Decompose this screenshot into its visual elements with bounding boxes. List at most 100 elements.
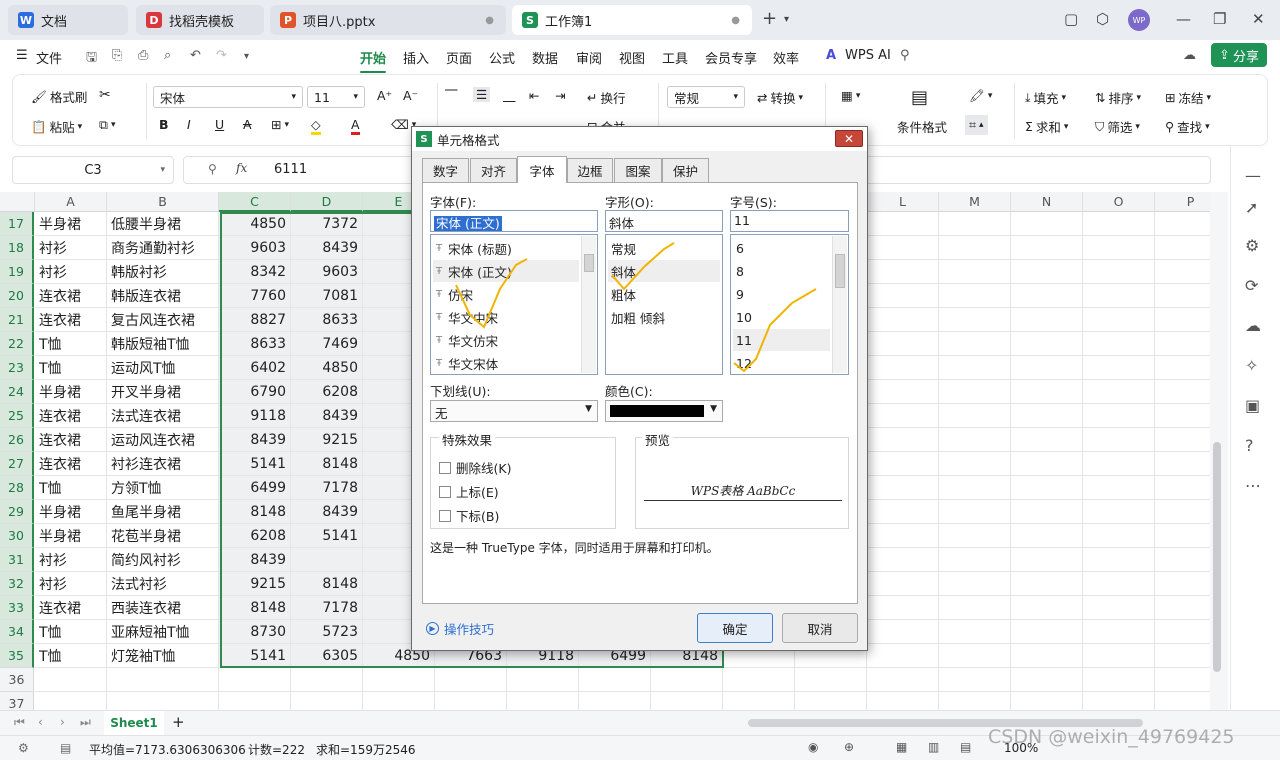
row-header[interactable]: 18 <box>0 236 34 260</box>
align-middle-icon[interactable]: ☰ <box>473 87 491 102</box>
table-cell[interactable] <box>867 236 939 260</box>
menu-formula[interactable]: 公式 <box>489 48 515 67</box>
table-cell[interactable] <box>1155 236 1210 260</box>
close-icon[interactable]: ✕ <box>1252 10 1265 28</box>
row-header[interactable]: 29 <box>0 500 34 524</box>
number-format-select[interactable]: 常规 ▾ <box>667 86 745 108</box>
prev-sheet-icon[interactable]: ‹ <box>38 715 43 729</box>
table-cell[interactable]: 衬衫 <box>35 260 107 284</box>
crop-icon[interactable]: ⌗ ▴ <box>965 115 988 135</box>
column-header-p[interactable]: P <box>1155 192 1210 212</box>
table-cell[interactable]: 半身裙 <box>35 212 107 236</box>
table-cell[interactable]: 8730 <box>219 620 291 644</box>
share-doc-icon[interactable]: ⎘ <box>112 48 122 63</box>
help-icon[interactable]: ? <box>1245 436 1254 455</box>
table-cell[interactable] <box>867 692 939 710</box>
fx-icon[interactable]: fx <box>236 161 247 175</box>
menu-insert[interactable]: 插入 <box>403 48 429 67</box>
print-preview-icon[interactable]: ⌕ <box>164 48 171 63</box>
table-cell[interactable]: 8439 <box>291 500 363 524</box>
table-cell[interactable] <box>1155 644 1210 668</box>
table-cell[interactable] <box>939 356 1011 380</box>
table-cell[interactable]: 低腰半身裙 <box>107 212 219 236</box>
table-cell[interactable]: 衬衫 <box>35 572 107 596</box>
menu-efficiency[interactable]: 效率 <box>773 48 799 67</box>
table-cell[interactable]: 连衣裙 <box>35 428 107 452</box>
table-cell[interactable] <box>939 236 1011 260</box>
table-cell[interactable]: 9603 <box>291 260 363 284</box>
row-header[interactable]: 33 <box>0 596 34 620</box>
table-cell[interactable] <box>1083 620 1155 644</box>
add-sheet-icon[interactable]: + <box>172 713 185 731</box>
table-cell[interactable]: 5723 <box>291 620 363 644</box>
table-cell[interactable]: 5141 <box>291 524 363 548</box>
table-cell[interactable]: 商务通勤衬衫 <box>107 236 219 260</box>
increase-font-icon[interactable]: A⁺ <box>377 88 392 103</box>
convert-button[interactable]: ⇄ 转换 ▾ <box>757 88 803 107</box>
table-cell[interactable]: 8439 <box>219 428 291 452</box>
table-cell[interactable]: 8439 <box>219 548 291 572</box>
tab-templates[interactable]: D 找稻壳模板 <box>136 5 264 35</box>
table-cell[interactable] <box>35 668 107 692</box>
row-header[interactable]: 31 <box>0 548 34 572</box>
table-cell[interactable] <box>1011 428 1083 452</box>
table-cell[interactable] <box>1083 476 1155 500</box>
table-cell[interactable]: 7372 <box>291 212 363 236</box>
table-cell[interactable] <box>1155 476 1210 500</box>
eye-icon[interactable]: ◉ <box>808 740 818 754</box>
table-cell[interactable]: 衬衫连衣裙 <box>107 452 219 476</box>
table-cell[interactable] <box>867 452 939 476</box>
tools-icon[interactable]: ✧ <box>1245 356 1258 375</box>
table-cell[interactable]: 方领T恤 <box>107 476 219 500</box>
table-cell[interactable]: 6305 <box>291 644 363 668</box>
table-cell[interactable] <box>939 212 1011 236</box>
minimize-icon[interactable]: — <box>1176 10 1191 28</box>
fill-button[interactable]: ⤓ 填充 ▾ <box>1025 88 1066 107</box>
zoom-icon[interactable]: ⚲ <box>208 162 217 176</box>
table-cell[interactable] <box>1155 668 1210 692</box>
table-cell[interactable] <box>1011 668 1083 692</box>
table-cell[interactable] <box>939 668 1011 692</box>
fill-color-icon[interactable]: ◇ <box>311 117 321 135</box>
table-cell[interactable] <box>1083 404 1155 428</box>
table-cell[interactable]: 8633 <box>219 332 291 356</box>
table-cell[interactable]: 法式衬衫 <box>107 572 219 596</box>
table-cell[interactable]: 复古风连衣裙 <box>107 308 219 332</box>
book-icon[interactable]: ▣ <box>1245 396 1260 415</box>
menu-data[interactable]: 数据 <box>532 48 558 67</box>
table-cell[interactable] <box>1011 212 1083 236</box>
chevron-down-icon[interactable]: ▾ <box>784 14 789 25</box>
table-cell[interactable] <box>1083 284 1155 308</box>
freeze-button[interactable]: ⊞ 冻结 ▾ <box>1165 88 1211 107</box>
table-cell[interactable] <box>507 668 579 692</box>
window-layout-icon[interactable]: ▢ <box>1064 10 1078 28</box>
table-cell[interactable] <box>867 212 939 236</box>
table-cell[interactable] <box>939 620 1011 644</box>
cloud-upload-icon[interactable]: ☁ <box>1183 48 1196 63</box>
table-cell[interactable] <box>939 260 1011 284</box>
row-header[interactable]: 24 <box>0 380 34 404</box>
table-cell[interactable]: T恤 <box>35 356 107 380</box>
table-cell[interactable]: T恤 <box>35 476 107 500</box>
table-cell[interactable] <box>867 332 939 356</box>
indent-decrease-icon[interactable]: ⇤ <box>529 88 539 103</box>
settings-sliders-icon[interactable]: ⚙ <box>1245 236 1259 255</box>
table-cell[interactable] <box>867 380 939 404</box>
table-cell[interactable] <box>1155 572 1210 596</box>
table-cell[interactable] <box>1083 596 1155 620</box>
table-cell[interactable]: 连衣裙 <box>35 308 107 332</box>
table-cell[interactable] <box>363 668 435 692</box>
table-cell[interactable]: 9215 <box>219 572 291 596</box>
table-cell[interactable] <box>1083 356 1155 380</box>
table-cell[interactable] <box>867 524 939 548</box>
strikethrough-icon[interactable]: A <box>243 117 252 132</box>
column-header-a[interactable]: A <box>35 192 107 212</box>
table-cell[interactable] <box>1083 572 1155 596</box>
table-cell[interactable] <box>1083 380 1155 404</box>
scrollbar-thumb[interactable] <box>1213 442 1221 672</box>
table-cell[interactable] <box>867 284 939 308</box>
table-cell[interactable]: 开叉半身裙 <box>107 380 219 404</box>
table-cell[interactable] <box>1083 428 1155 452</box>
table-cell[interactable] <box>1083 500 1155 524</box>
table-cell[interactable] <box>867 476 939 500</box>
